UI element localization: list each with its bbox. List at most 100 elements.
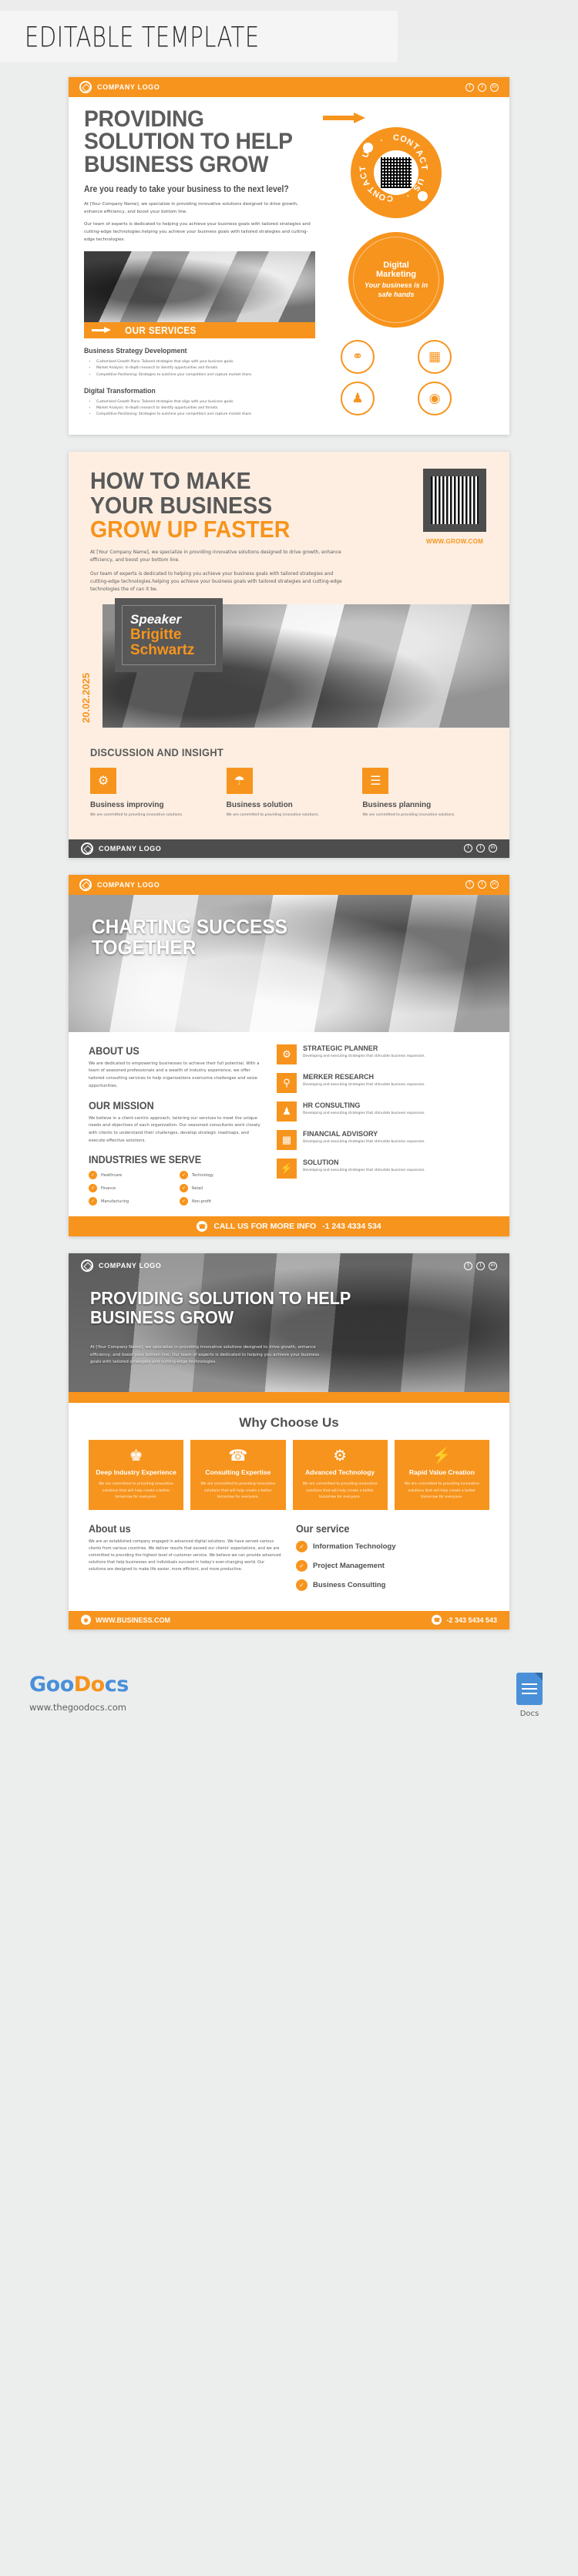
about-us-title: ABOUT US bbox=[89, 1044, 139, 1057]
hr-icon: ♟ bbox=[277, 1101, 297, 1122]
card-text: We are committed to providing innovative… bbox=[90, 813, 183, 818]
research-icon: ⚲ bbox=[277, 1072, 297, 1093]
flyer4-hero: COMPANY LOGO f t in PROVIDING SOLUTION T… bbox=[69, 1253, 509, 1393]
linkedin-icon[interactable]: in bbox=[489, 844, 497, 853]
flyer2-hero: Speaker Brigitte Schwartz 20.02.2025 bbox=[69, 598, 509, 728]
flyer3-call-cta[interactable]: ☎ CALL US FOR MORE INFO -1 243 4334 534 bbox=[69, 1216, 509, 1237]
speaker-name-line1: Brigitte bbox=[130, 627, 182, 644]
service-bullet: Customized Growth Plans: Tailored strate… bbox=[96, 399, 315, 405]
service-title: HR CONSULTING bbox=[303, 1101, 361, 1109]
contact-us-char: C bbox=[387, 193, 394, 203]
goodocs-brand[interactable]: GooDocs www.thegoodocs.com bbox=[29, 1673, 129, 1713]
check-icon: ✓ bbox=[89, 1197, 97, 1206]
flyer4-about-title: About us bbox=[89, 1522, 131, 1535]
flyer2-paragraph-1: At [Your Company Name], we specialize in… bbox=[90, 549, 341, 563]
footer-phone[interactable]: ☎ -2 343 5434 543 bbox=[432, 1615, 497, 1626]
why-choose-us-section: Why Choose Us ♚ Deep Industry Experience… bbox=[69, 1403, 509, 1510]
brand-part-3: cs bbox=[104, 1672, 129, 1697]
our-mission-title: OUR MISSION bbox=[89, 1098, 154, 1111]
finance-icon: ▦ bbox=[277, 1129, 297, 1150]
flyer4-logo[interactable]: COMPANY LOGO bbox=[81, 1259, 161, 1273]
facebook-icon[interactable]: f bbox=[465, 82, 474, 92]
trophy-icon: ♚ bbox=[129, 1448, 143, 1465]
arrow-right-icon bbox=[92, 326, 113, 334]
industry-label: Manufacturing bbox=[101, 1199, 129, 1204]
flyer1-service-block-2: Digital Transformation Customized Growth… bbox=[84, 387, 315, 418]
discussion-card: ☂ Business solution We are committed to … bbox=[226, 768, 352, 819]
facebook-icon[interactable]: f bbox=[464, 1261, 472, 1270]
flyer-3: COMPANY LOGO f t in CHARTING SUCCESS TOG… bbox=[69, 874, 509, 1237]
linkedin-icon[interactable]: in bbox=[490, 82, 499, 92]
industries-grid: ✓ Healthcare ✓ Technology ✓ Finance ✓ Re… bbox=[89, 1171, 264, 1206]
service-text: Developing and executing strategies that… bbox=[303, 1111, 425, 1115]
brand-part-2: Do bbox=[73, 1672, 105, 1697]
flyer2-website[interactable]: WWW.GROW.COM bbox=[423, 538, 486, 545]
card-title: Business improving bbox=[90, 801, 164, 810]
flyer1-headline-line1: PROVIDING SOLUTION TO HELP bbox=[84, 106, 293, 155]
flyer3-logo[interactable]: COMPANY LOGO bbox=[79, 878, 160, 891]
twitter-icon[interactable]: t bbox=[478, 82, 486, 92]
flyer3-logo-label: COMPANY LOGO bbox=[97, 880, 160, 889]
flyer4-about-column: About us We are an established company e… bbox=[89, 1522, 282, 1599]
flyer4-social-icons: f t in bbox=[464, 1261, 497, 1270]
clipboard-gear-icon: ⚙ bbox=[90, 768, 116, 795]
flyer1-icon-grid: ⚭ ▦ ♟ ◉ bbox=[323, 340, 469, 415]
discussion-card: ⚙ Business improving We are committed to… bbox=[90, 768, 216, 819]
handshake-icon: ⚭ bbox=[341, 340, 375, 374]
flyer3-title-line1: CHARTING SUCCESS bbox=[92, 914, 287, 938]
twitter-icon[interactable]: t bbox=[476, 844, 485, 853]
contact-us-char: · bbox=[378, 136, 386, 146]
check-icon: ✓ bbox=[180, 1184, 188, 1193]
twitter-icon[interactable]: t bbox=[478, 880, 486, 889]
service-text: Developing and executing strategies that… bbox=[303, 1082, 425, 1087]
contact-us-char: · bbox=[404, 190, 412, 200]
flyer-2: HOW TO MAKE YOUR BUSINESS GROW UP FASTER… bbox=[69, 452, 509, 858]
docs-file-badge[interactable]: Docs bbox=[516, 1672, 543, 1718]
flyer3-title: CHARTING SUCCESS TOGETHER bbox=[92, 916, 287, 959]
flyer3-services-column: ⚙ STRATEGIC PLANNER Developing and execu… bbox=[277, 1044, 489, 1206]
contact-us-badge[interactable]: CONTACT US · CONTACT US · bbox=[351, 127, 442, 218]
check-icon: ✓ bbox=[89, 1171, 97, 1180]
service-title: STRATEGIC PLANNER bbox=[303, 1044, 378, 1052]
value-icon: ⚡ bbox=[432, 1448, 452, 1465]
dm-line2: Marketing bbox=[376, 270, 416, 280]
linkedin-icon[interactable]: in bbox=[489, 1261, 497, 1270]
cta-phone: -1 243 4334 534 bbox=[322, 1222, 381, 1232]
twitter-icon[interactable]: t bbox=[476, 1261, 485, 1270]
flyer2-headline-line2: YOUR BUSINESS bbox=[90, 491, 273, 519]
facebook-icon[interactable]: f bbox=[465, 880, 474, 889]
why-card-title: Advanced Technology bbox=[305, 1468, 375, 1477]
brand-url[interactable]: www.thegoodocs.com bbox=[29, 1702, 129, 1713]
card-text: We are committed to providing innovative… bbox=[362, 813, 455, 818]
service-bullet: Market Analysis: In-depth research to id… bbox=[96, 365, 315, 372]
service-title: FINANCIAL ADVISORY bbox=[303, 1129, 378, 1138]
service-text: Developing and executing strategies that… bbox=[303, 1168, 425, 1172]
why-card: ☎ Consulting Expertise We are committed … bbox=[190, 1440, 286, 1510]
flyer1-headline-line2: BUSINESS GROW bbox=[84, 151, 269, 177]
footer-website[interactable]: ◉ WWW.BUSINESS.COM bbox=[81, 1615, 170, 1626]
flyer1-right-column: CONTACT US · CONTACT US · Digital Market… bbox=[323, 108, 469, 435]
flyer-4: COMPANY LOGO f t in PROVIDING SOLUTION T… bbox=[69, 1253, 509, 1629]
flyer2-footer-logo[interactable]: COMPANY LOGO bbox=[81, 842, 161, 855]
flyer2-discussion-section: DISCUSSION AND INSIGHT ⚙ Business improv… bbox=[69, 728, 509, 819]
flyer2-date: 20.02.2025 bbox=[80, 673, 92, 724]
facebook-icon[interactable]: f bbox=[464, 844, 472, 853]
flyer2-qr-block[interactable] bbox=[423, 469, 486, 533]
flyer1-header-bar: COMPANY LOGO f t in bbox=[69, 77, 509, 97]
why-card: ⚡ Rapid Value Creation We are committed … bbox=[394, 1440, 489, 1510]
industry-label: Healthcare bbox=[101, 1172, 123, 1178]
card-title: Business planning bbox=[362, 801, 432, 810]
company-logo-icon bbox=[81, 842, 93, 855]
flyer1-logo[interactable]: COMPANY LOGO bbox=[79, 81, 160, 93]
industry-item: ✓ Non-profit bbox=[180, 1197, 264, 1206]
flyer2-social-icons: f t in bbox=[464, 844, 497, 853]
why-card-text: We are committed to providing innovative… bbox=[302, 1482, 378, 1500]
speaker-name-line2: Schwartz bbox=[130, 642, 195, 659]
service-block-2-title: Digital Transformation bbox=[84, 386, 156, 395]
flyer2-footer-logo-label: COMPANY LOGO bbox=[99, 844, 162, 853]
flyer4-service-title: Our service bbox=[296, 1522, 350, 1535]
docs-icon bbox=[516, 1672, 543, 1705]
industries-title: INDUSTRIES WE SERVE bbox=[89, 1153, 202, 1166]
footer-phone-label: -2 343 5434 543 bbox=[446, 1616, 497, 1624]
linkedin-icon[interactable]: in bbox=[490, 880, 499, 889]
